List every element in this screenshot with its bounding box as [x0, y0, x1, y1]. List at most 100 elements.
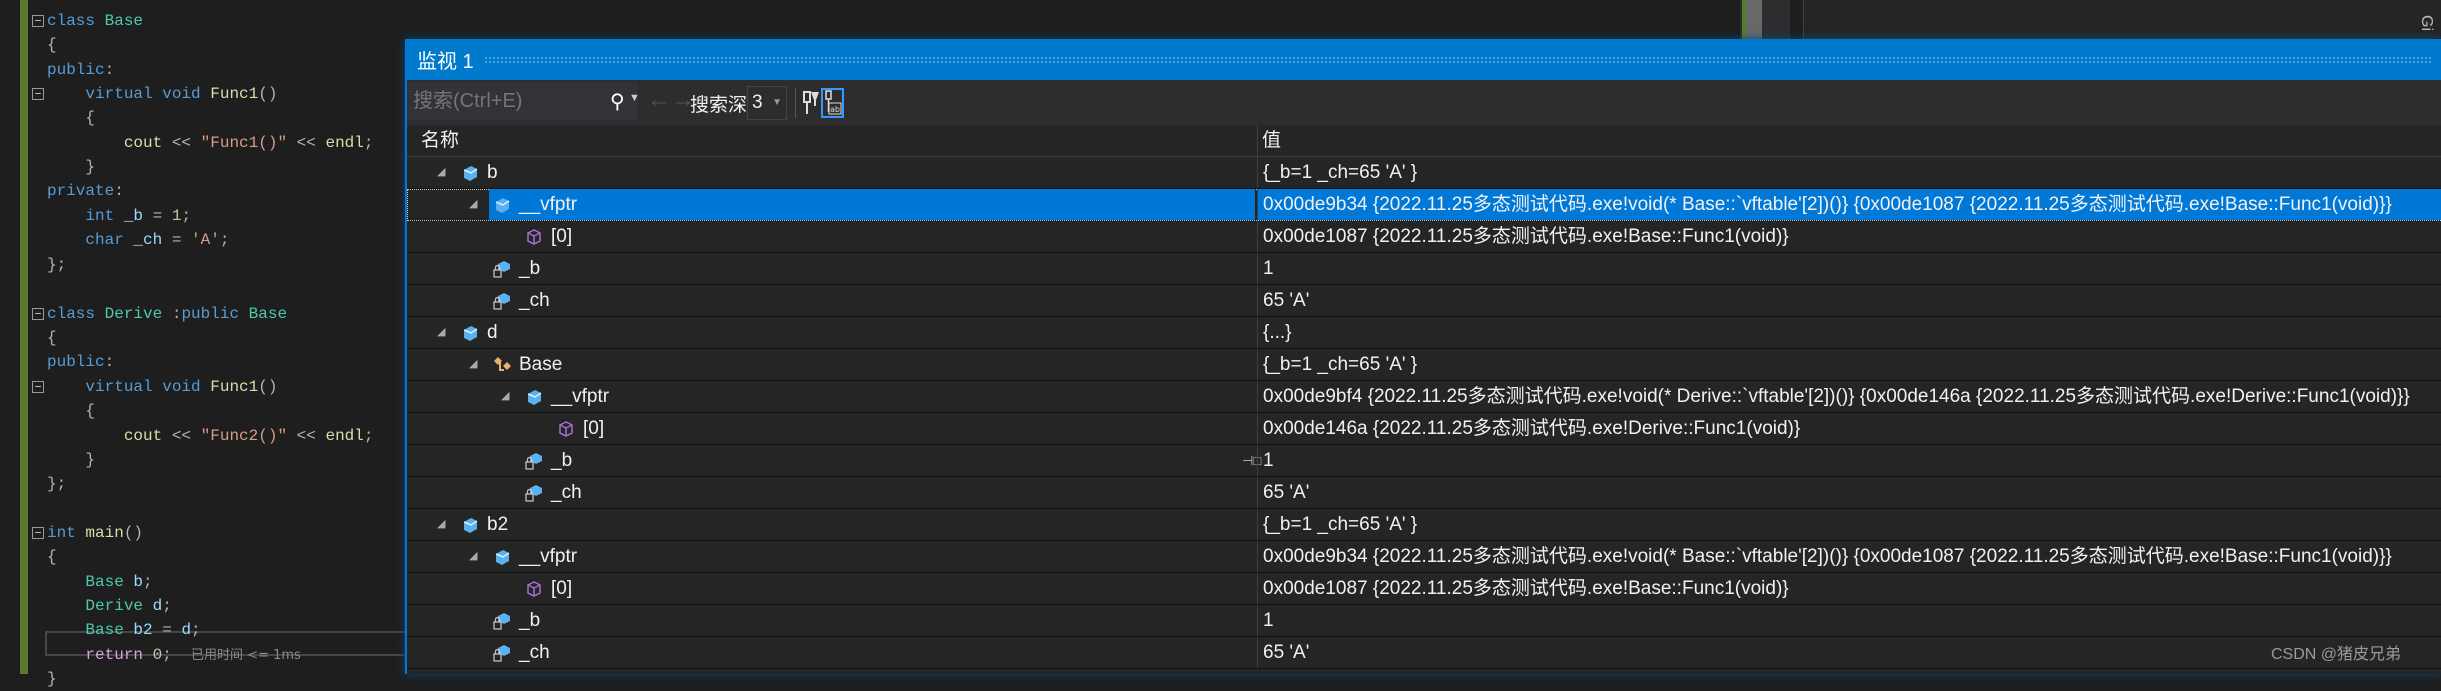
collapse-icon[interactable]: −: [32, 308, 44, 320]
watch-row-name[interactable]: _b: [551, 445, 572, 476]
watch-row[interactable]: _ch 65 'A': [407, 285, 2441, 317]
search-input[interactable]: [407, 82, 637, 120]
watch-row-value[interactable]: 0x00de9bf4 {2022.11.25多态测试代码.exe!void(* …: [1257, 381, 2441, 412]
watch-row[interactable]: _ch 65 'A': [407, 477, 2441, 509]
watch-row-value[interactable]: 0x00de1087 {2022.11.25多态测试代码.exe!Base::F…: [1257, 573, 2441, 604]
watch-row[interactable]: ◢ __vfptr 0x00de9b34 {2022.11.25多态测试代码.exe…: [407, 189, 2441, 221]
code-line[interactable]: {: [47, 326, 57, 350]
watch-row-name[interactable]: Base: [519, 349, 562, 380]
expand-toggle-icon[interactable]: ◢: [469, 189, 477, 220]
code-line[interactable]: {: [47, 399, 95, 423]
watch-row-value[interactable]: 0x00de146a {2022.11.25多态测试代码.exe!Derive:…: [1257, 413, 2441, 444]
column-header-value[interactable]: 值: [1262, 125, 1281, 157]
watch-row[interactable]: ◢ b2 {_b=1 _ch=65 'A' }: [407, 509, 2441, 541]
expand-toggle-icon[interactable]: ◢: [501, 381, 509, 412]
watch-row-value[interactable]: 65 'A': [1257, 477, 2441, 508]
code-line[interactable]: public:: [47, 58, 114, 82]
collapse-icon[interactable]: −: [32, 381, 44, 393]
search-back-icon[interactable]: ←: [647, 86, 671, 114]
code-line[interactable]: {: [47, 33, 57, 57]
watch-row-value[interactable]: 1: [1257, 445, 2441, 476]
watch-row-name[interactable]: _ch: [519, 285, 550, 316]
watch-row[interactable]: _ch 65 'A': [407, 637, 2441, 669]
expand-toggle-icon[interactable]: ◢: [437, 157, 445, 188]
watch-row-name[interactable]: [0]: [583, 413, 604, 444]
watch-row-value[interactable]: 65 'A': [1257, 285, 2441, 316]
watch-row-name[interactable]: d: [487, 317, 498, 348]
collapse-icon[interactable]: −: [32, 88, 44, 100]
code-line[interactable]: {: [47, 106, 95, 130]
code-line[interactable]: cout << "Func1()" << endl;: [47, 131, 374, 155]
watch-row[interactable]: ◢ b {_b=1 _ch=65 'A' }: [407, 157, 2441, 189]
watch-row-name[interactable]: b: [487, 157, 498, 188]
code-line[interactable]: int _b = 1;: [47, 204, 191, 228]
watch-row-name[interactable]: [0]: [551, 573, 572, 604]
watch-row-value[interactable]: {_b=1 _ch=65 'A' }: [1257, 349, 2441, 380]
expand-toggle-icon[interactable]: ◢: [437, 317, 445, 348]
search-dropdown-icon[interactable]: ▼: [629, 92, 640, 104]
watch-row[interactable]: _b 1: [407, 605, 2441, 637]
watch-row[interactable]: [0] 0x00de1087 {2022.11.25多态测试代码.exe!Base…: [407, 573, 2441, 605]
watch-row-value[interactable]: {_b=1 _ch=65 'A' }: [1257, 157, 2441, 188]
watch-row[interactable]: ◢ __vfptr 0x00de9b34 {2022.11.25多态测试代码.exe…: [407, 541, 2441, 573]
watch-row-name[interactable]: _ch: [551, 477, 582, 508]
watch-row-value[interactable]: 1: [1257, 605, 2441, 636]
watch-row-name[interactable]: __vfptr: [519, 541, 577, 572]
watch-row[interactable]: [0] 0x00de146a {2022.11.25多态测试代码.exe!Deri…: [407, 413, 2441, 445]
side-panel-tab[interactable]: Gi: [2417, 15, 2435, 31]
code-line[interactable]: virtual void Func1(): [47, 82, 277, 106]
code-line[interactable]: return 0; 已用时间 <= 1ms: [47, 643, 300, 667]
code-line[interactable]: private:: [47, 179, 124, 203]
watch-row-value[interactable]: 0x00de9b34 {2022.11.25多态测试代码.exe!void(* …: [1257, 189, 2441, 220]
code-line[interactable]: public:: [47, 350, 114, 374]
watch-row[interactable]: _b 1: [407, 253, 2441, 285]
code-line[interactable]: virtual void Func1(): [47, 375, 277, 399]
search-icon[interactable]: ⚲: [610, 89, 625, 114]
watch-row[interactable]: ◢ Base {_b=1 _ch=65 'A' }: [407, 349, 2441, 381]
expand-toggle-icon[interactable]: ◢: [469, 349, 477, 380]
column-resize-handle[interactable]: [1257, 125, 1258, 157]
code-line[interactable]: Derive d;: [47, 594, 171, 618]
code-line[interactable]: }: [47, 155, 95, 179]
watch-row-value[interactable]: {_b=1 _ch=65 'A' }: [1257, 509, 2441, 540]
code-line[interactable]: {: [47, 545, 57, 569]
watch-row-name[interactable]: _ch: [519, 637, 550, 668]
watch-row-name[interactable]: _b: [519, 253, 540, 284]
watch-row-value[interactable]: 0x00de9b34 {2022.11.25多态测试代码.exe!void(* …: [1257, 541, 2441, 572]
watch-row-value[interactable]: 1: [1257, 253, 2441, 284]
code-line[interactable]: Base b2 = d;: [47, 618, 200, 642]
code-line[interactable]: char _ch = 'A';: [47, 228, 229, 252]
watch-row-name[interactable]: [0]: [551, 221, 572, 252]
watch-row[interactable]: [0] 0x00de1087 {2022.11.25多态测试代码.exe!Base…: [407, 221, 2441, 253]
watch-row-name[interactable]: b2: [487, 509, 508, 540]
watch-row[interactable]: _b ⊣□ 1: [407, 445, 2441, 477]
code-line[interactable]: class Base: [47, 9, 143, 33]
code-line[interactable]: int main(): [47, 521, 143, 545]
watch-title-bar[interactable]: 监视 1: [407, 39, 2441, 80]
watch-row-value[interactable]: 0x00de1087 {2022.11.25多态测试代码.exe!Base::F…: [1257, 221, 2441, 252]
code-line[interactable]: Base b;: [47, 570, 152, 594]
code-line[interactable]: };: [47, 472, 66, 496]
code-line[interactable]: }: [47, 448, 95, 472]
column-header-name[interactable]: 名称: [421, 125, 459, 157]
expand-toggle-icon[interactable]: ◢: [469, 541, 477, 572]
title-grip[interactable]: [483, 55, 2431, 64]
hex-display-button[interactable]: ab: [821, 88, 844, 118]
pin-filter-icon[interactable]: [803, 90, 819, 116]
code-line[interactable]: cout << "Func2()" << endl;: [47, 424, 374, 448]
watch-row[interactable]: ◢ d {...}: [407, 317, 2441, 349]
watch-row[interactable]: ◢ __vfptr 0x00de9bf4 {2022.11.25多态测试代码.exe…: [407, 381, 2441, 413]
watch-row-name[interactable]: __vfptr: [519, 189, 577, 220]
code-line[interactable]: class Derive :public Base: [47, 302, 287, 326]
collapse-icon[interactable]: −: [32, 527, 44, 539]
search-depth-select[interactable]: 3 ▼: [747, 86, 787, 120]
watch-row-name[interactable]: __vfptr: [551, 381, 609, 412]
watch-row-value[interactable]: {...}: [1257, 317, 2441, 348]
editor-scrollbar[interactable]: [1740, 0, 1790, 40]
collapse-icon[interactable]: −: [32, 15, 44, 27]
expand-toggle-icon[interactable]: ◢: [437, 509, 445, 540]
watch-row-name[interactable]: _b: [519, 605, 540, 636]
code-line[interactable]: };: [47, 253, 66, 277]
code-line[interactable]: }: [47, 667, 57, 691]
watch-row-value[interactable]: 65 'A': [1257, 637, 2441, 668]
